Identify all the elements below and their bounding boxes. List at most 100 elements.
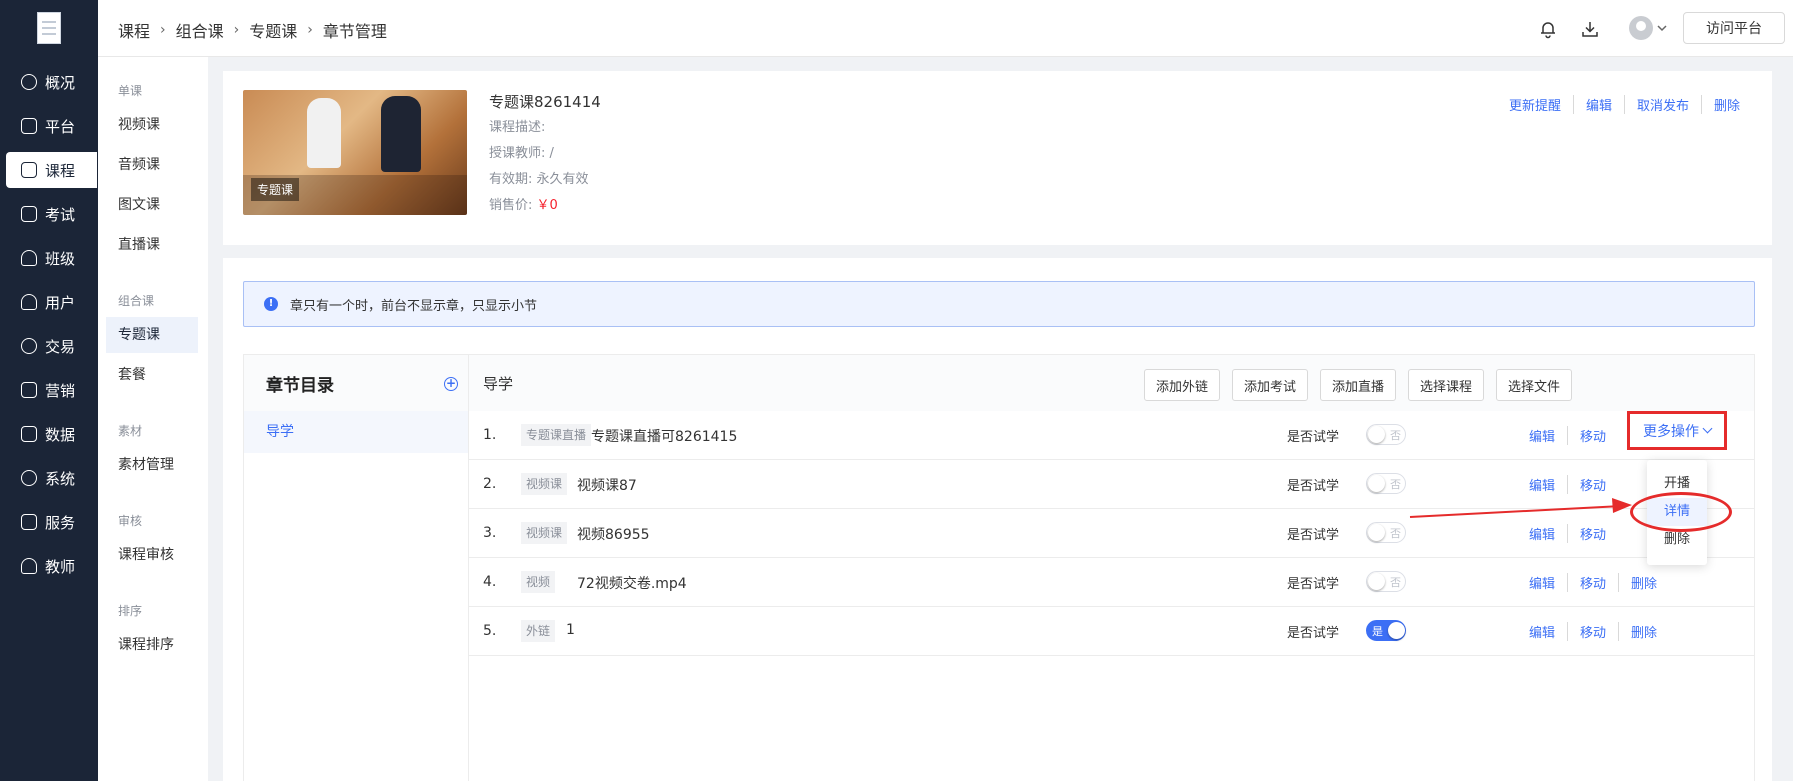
add-exam-button[interactable]: 添加考试 xyxy=(1232,369,1308,401)
sidebar-item-course[interactable]: 课程 xyxy=(6,152,97,188)
move-lesson-link[interactable]: 移动 xyxy=(1567,475,1618,494)
chevron-down-icon[interactable] xyxy=(1656,22,1668,34)
course-title: 专题课8261414 xyxy=(489,93,601,111)
chevron-right-icon: › xyxy=(233,22,240,38)
add-live-button[interactable]: 添加直播 xyxy=(1320,369,1396,401)
edit-lesson-link[interactable]: 编辑 xyxy=(1517,573,1567,592)
sidebar-item-label: 用户 xyxy=(45,293,76,312)
top-header: 课程 › 组合课 › 专题课 › 章节管理 访问平台 xyxy=(98,0,1793,57)
logo[interactable] xyxy=(37,12,61,44)
update-reminder-link[interactable]: 更新提醒 xyxy=(1497,95,1573,114)
trial-toggle[interactable]: 是 xyxy=(1366,620,1406,641)
trial-label: 是否试学 xyxy=(1287,577,1340,592)
lesson-type-tag: 外链 xyxy=(521,620,556,642)
annotation-ellipse xyxy=(1630,492,1732,532)
delete-lesson-link[interactable]: 删除 xyxy=(1618,622,1669,641)
sidebar-item-class[interactable]: 班级 xyxy=(6,240,97,276)
exam-icon xyxy=(21,206,37,222)
unpublish-link[interactable]: 取消发布 xyxy=(1623,95,1701,114)
course-info-card: 专题课 专题课8261414 课程描述: 授课教师: / 有效期: 永久有效 销… xyxy=(223,71,1772,245)
delete-lesson-link[interactable]: 删除 xyxy=(1618,573,1669,592)
sidebar-item-user[interactable]: 用户 xyxy=(6,284,97,320)
download-icon[interactable] xyxy=(1580,19,1600,39)
breadcrumb-item[interactable]: 组合课 xyxy=(176,18,224,42)
teacher-icon xyxy=(21,558,37,574)
trial-toggle[interactable]: 否 xyxy=(1366,473,1406,494)
edit-course-link[interactable]: 编辑 xyxy=(1572,95,1624,114)
subnav-group-title: 素材 xyxy=(118,424,143,438)
subnav-item-audio[interactable]: 音频课 xyxy=(106,147,198,183)
info-icon: ! xyxy=(264,297,278,311)
sidebar-item-system[interactable]: 系统 xyxy=(6,460,97,496)
edit-lesson-link[interactable]: 编辑 xyxy=(1517,524,1567,543)
add-external-link-button[interactable]: 添加外链 xyxy=(1144,369,1220,401)
trial-toggle[interactable]: 否 xyxy=(1366,522,1406,543)
lesson-row: 2. 视频课 视频课87 是否试学 否 编辑 移动 xyxy=(469,460,1755,509)
chapter-item[interactable]: 导学 xyxy=(244,411,468,453)
breadcrumb-item[interactable]: 课程 xyxy=(118,18,150,42)
move-lesson-link[interactable]: 移动 xyxy=(1567,524,1618,543)
add-chapter-icon[interactable]: + xyxy=(444,377,458,391)
lesson-row: 3. 视频课 视频86955 是否试学 否 编辑 移动 xyxy=(469,509,1755,558)
move-lesson-link[interactable]: 移动 xyxy=(1567,622,1618,641)
select-file-button[interactable]: 选择文件 xyxy=(1496,369,1572,401)
lesson-type-tag: 专题课直播 xyxy=(521,424,592,446)
notice-text: 章只有一个时，前台不显示章，只显示小节 xyxy=(290,298,538,314)
sidebar-item-label: 班级 xyxy=(45,249,76,268)
sidebar-item-label: 平台 xyxy=(45,117,76,136)
overview-icon xyxy=(21,74,37,90)
sidebar-item-marketing[interactable]: 营销 xyxy=(6,372,97,408)
sidebar-item-label: 服务 xyxy=(45,513,76,532)
subnav-item-package[interactable]: 套餐 xyxy=(106,357,198,393)
sidebar-item-label: 概况 xyxy=(45,73,76,92)
toggle-knob xyxy=(1368,426,1385,443)
edit-lesson-link[interactable]: 编辑 xyxy=(1517,426,1567,445)
lesson-index: 2. xyxy=(483,476,497,492)
info-notice: ! 章只有一个时，前台不显示章，只显示小节 xyxy=(243,281,1755,327)
sidebar-item-data[interactable]: 数据 xyxy=(6,416,97,452)
visit-platform-button[interactable]: 访问平台 xyxy=(1683,12,1785,44)
lesson-index: 5. xyxy=(483,623,497,639)
system-icon xyxy=(21,470,37,486)
subnav-item-material[interactable]: 素材管理 xyxy=(106,447,198,483)
sidebar-item-platform[interactable]: 平台 xyxy=(6,108,97,144)
lesson-actions: 编辑 移动 xyxy=(1517,524,1618,543)
move-lesson-link[interactable]: 移动 xyxy=(1567,426,1618,445)
sidebar-item-label: 教师 xyxy=(45,557,76,576)
select-course-button[interactable]: 选择课程 xyxy=(1408,369,1484,401)
subnav-item-article[interactable]: 图文课 xyxy=(106,187,198,223)
sidebar-item-exam[interactable]: 考试 xyxy=(6,196,97,232)
lesson-panel-title: 导学 xyxy=(483,375,514,393)
sidebar-item-service[interactable]: 服务 xyxy=(6,504,97,540)
subnav-item-live[interactable]: 直播课 xyxy=(106,227,198,263)
edit-lesson-link[interactable]: 编辑 xyxy=(1517,622,1567,641)
breadcrumb-item[interactable]: 专题课 xyxy=(249,18,297,42)
sidebar-item-label: 数据 xyxy=(45,425,76,444)
sidebar-item-label: 系统 xyxy=(45,469,76,488)
trial-toggle[interactable]: 否 xyxy=(1366,424,1406,445)
subnav-group-title: 组合课 xyxy=(118,294,155,308)
delete-course-link[interactable]: 删除 xyxy=(1700,95,1752,114)
subnav-item-video[interactable]: 视频课 xyxy=(106,107,198,143)
course-teacher-value: / xyxy=(549,146,554,161)
trial-toggle[interactable]: 否 xyxy=(1366,571,1406,592)
subnav-item-review[interactable]: 课程审核 xyxy=(106,537,198,573)
subnav-item-sort[interactable]: 课程排序 xyxy=(106,627,198,663)
lesson-index: 3. xyxy=(483,525,497,541)
move-lesson-link[interactable]: 移动 xyxy=(1567,573,1618,592)
sidebar-item-trade[interactable]: 交易 xyxy=(6,328,97,364)
sidebar-item-teacher[interactable]: 教师 xyxy=(6,548,97,584)
chevron-right-icon: › xyxy=(307,22,313,38)
more-operations-button[interactable]: 更多操作 xyxy=(1627,411,1727,450)
subnav-item-topic[interactable]: 专题课 xyxy=(106,317,198,353)
sidebar-item-overview[interactable]: 概况 xyxy=(6,64,97,100)
bell-icon[interactable] xyxy=(1538,19,1558,39)
edit-lesson-link[interactable]: 编辑 xyxy=(1517,475,1567,494)
chapter-panel: 章节目录 + 导学 xyxy=(243,354,469,781)
trial-label: 是否试学 xyxy=(1287,626,1340,641)
thumbnail-player xyxy=(381,96,421,172)
lesson-name: 专题课直播可8261415 xyxy=(591,429,738,445)
platform-icon xyxy=(21,118,37,134)
avatar-icon[interactable] xyxy=(1629,16,1653,40)
lesson-type-tag: 视频课 xyxy=(521,522,568,544)
